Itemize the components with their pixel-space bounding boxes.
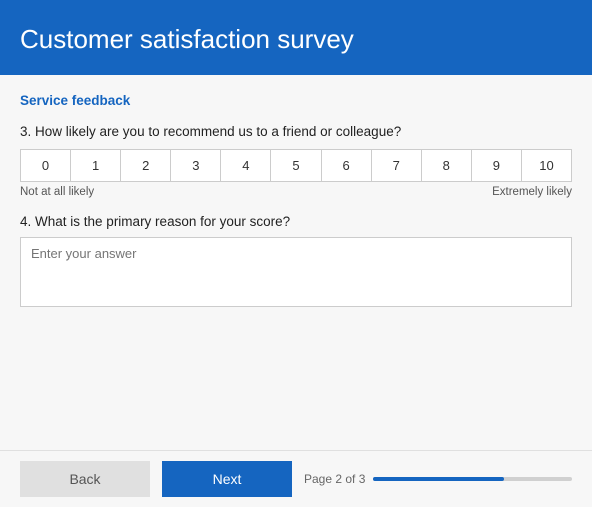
scale-label-right: Extremely likely: [492, 186, 572, 198]
progress-bar-background: [373, 477, 572, 481]
page-indicator: Page 2 of 3: [304, 472, 572, 486]
question-3-number: 3.: [20, 124, 31, 139]
scale-cell-1[interactable]: 1: [71, 150, 121, 181]
scale-cell-10[interactable]: 10: [522, 150, 571, 181]
progress-bar-fill: [373, 477, 504, 481]
survey-header: Customer satisfaction survey: [0, 0, 592, 75]
scale-cell-9[interactable]: 9: [472, 150, 522, 181]
survey-content: Service feedback 3. How likely are you t…: [0, 75, 592, 450]
scale-cell-2[interactable]: 2: [121, 150, 171, 181]
survey-container: Customer satisfaction survey Service fee…: [0, 0, 592, 507]
survey-footer: Back Next Page 2 of 3: [0, 450, 592, 507]
section-label: Service feedback: [20, 93, 572, 108]
scale-cell-7[interactable]: 7: [372, 150, 422, 181]
scale-label-left: Not at all likely: [20, 186, 94, 198]
next-button[interactable]: Next: [162, 461, 292, 497]
question-4-body: What is the primary reason for your scor…: [35, 214, 290, 229]
back-button[interactable]: Back: [20, 461, 150, 497]
page-text: Page 2 of 3: [304, 472, 365, 486]
scale-cell-6[interactable]: 6: [322, 150, 372, 181]
question-3-text: 3. How likely are you to recommend us to…: [20, 124, 572, 139]
answer-input[interactable]: [20, 237, 572, 307]
likert-scale: 0 1 2 3 4 5 6 7 8 9 10: [20, 149, 572, 182]
question-4-text: 4. What is the primary reason for your s…: [20, 214, 572, 229]
scale-labels: Not at all likely Extremely likely: [20, 186, 572, 198]
scale-cell-3[interactable]: 3: [171, 150, 221, 181]
scale-cell-5[interactable]: 5: [271, 150, 321, 181]
scale-cell-8[interactable]: 8: [422, 150, 472, 181]
question-4-number: 4.: [20, 214, 31, 229]
question-3-body: How likely are you to recommend us to a …: [35, 124, 401, 139]
scale-row: 0 1 2 3 4 5 6 7 8 9 10: [21, 150, 571, 181]
scale-cell-0[interactable]: 0: [21, 150, 71, 181]
scale-cell-4[interactable]: 4: [221, 150, 271, 181]
survey-title: Customer satisfaction survey: [20, 24, 572, 55]
